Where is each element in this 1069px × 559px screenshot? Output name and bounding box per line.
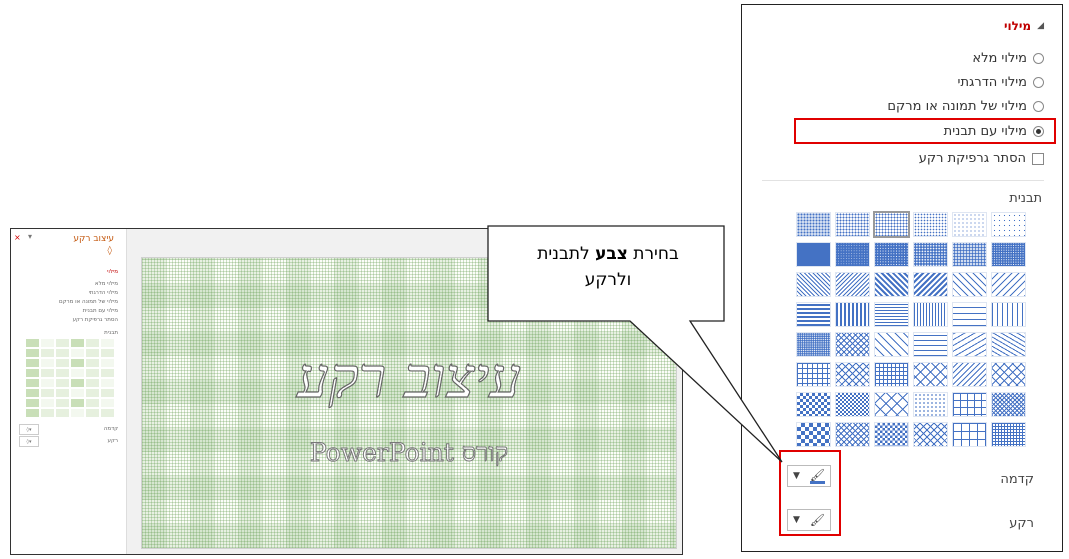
callout-text: בחירת צבע לתבנית ולרקע xyxy=(498,241,718,293)
callout-line2: ולרקע xyxy=(584,270,632,290)
callout-bold-word: צבע xyxy=(595,244,628,264)
callout-suffix: לתבנית xyxy=(537,244,590,264)
callout-prefix: בחירת xyxy=(633,244,679,264)
